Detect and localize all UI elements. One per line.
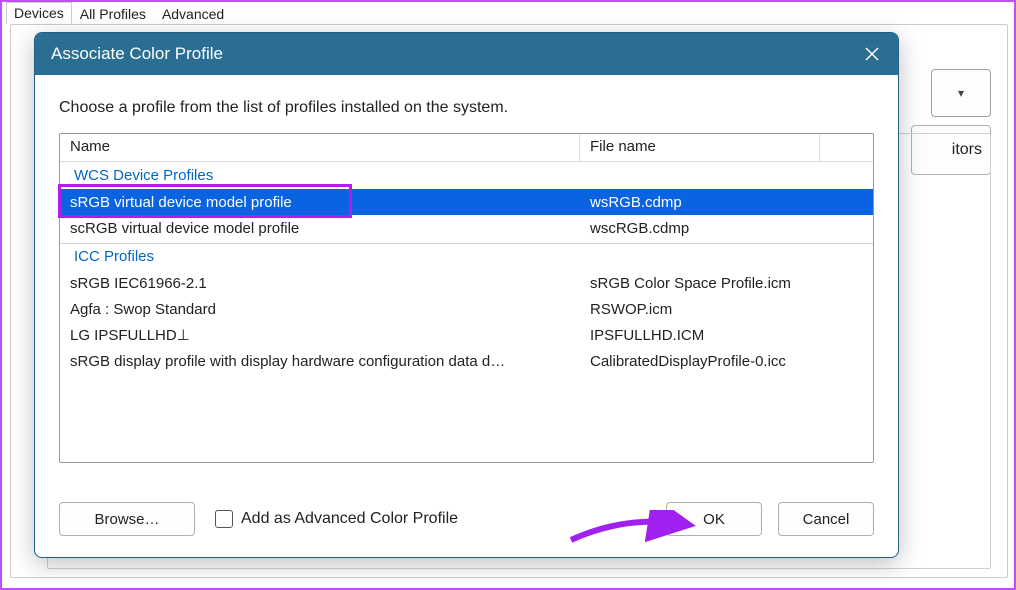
profile-name: Agfa : Swop Standard	[60, 301, 580, 318]
advanced-color-checkbox-label[interactable]: Add as Advanced Color Profile	[241, 510, 458, 528]
cancel-button[interactable]: Cancel	[778, 502, 874, 536]
advanced-color-checkbox[interactable]	[215, 510, 233, 528]
close-button[interactable]	[862, 44, 882, 64]
group-icc-profiles: ICC Profiles	[60, 243, 873, 270]
list-item[interactable]: sRGB virtual device model profile wsRGB.…	[60, 189, 873, 215]
list-item[interactable]: scRGB virtual device model profile wscRG…	[60, 215, 873, 241]
profile-name: sRGB display profile with display hardwa…	[60, 353, 580, 370]
profile-listbox[interactable]: Name File name WCS Device Profiles sRGB …	[59, 133, 874, 463]
profile-filename: IPSFULLHD.ICM	[580, 327, 873, 344]
tab-all-profiles[interactable]: All Profiles	[72, 3, 154, 24]
list-header: Name File name	[60, 134, 873, 162]
device-dropdown[interactable]: ▾	[931, 69, 991, 117]
profile-filename: sRGB Color Space Profile.icm	[580, 275, 873, 292]
profile-name: scRGB virtual device model profile	[60, 220, 580, 237]
profile-name: LG IPSFULLHD⊥	[60, 326, 580, 344]
profile-filename: wscRGB.cdmp	[580, 220, 873, 237]
tab-advanced[interactable]: Advanced	[154, 3, 232, 24]
dialog-footer: Browse… Add as Advanced Color Profile OK…	[59, 495, 874, 543]
dialog-title: Associate Color Profile	[51, 44, 223, 64]
column-header-name[interactable]: Name	[60, 134, 580, 161]
column-header-file[interactable]: File name	[580, 134, 820, 161]
profile-name: sRGB virtual device model profile	[60, 194, 580, 211]
list-item[interactable]: sRGB IEC61966-2.1 sRGB Color Space Profi…	[60, 270, 873, 296]
ok-button[interactable]: OK	[666, 502, 762, 536]
profile-name: sRGB IEC61966-2.1	[60, 275, 580, 292]
dialog-instruction: Choose a profile from the list of profil…	[59, 99, 874, 117]
group-wcs-device-profiles: WCS Device Profiles	[60, 162, 873, 189]
dialog-body: Choose a profile from the list of profil…	[35, 75, 898, 557]
list-item[interactable]: Agfa : Swop Standard RSWOP.icm	[60, 296, 873, 322]
advanced-color-checkbox-row: Add as Advanced Color Profile	[215, 510, 458, 528]
browse-button[interactable]: Browse…	[59, 502, 195, 536]
dialog-titlebar: Associate Color Profile	[35, 33, 898, 75]
tab-devices[interactable]: Devices	[6, 2, 72, 24]
profile-filename: RSWOP.icm	[580, 301, 873, 318]
list-body: WCS Device Profiles sRGB virtual device …	[60, 162, 873, 374]
list-item[interactable]: LG IPSFULLHD⊥ IPSFULLHD.ICM	[60, 322, 873, 348]
profile-filename: CalibratedDisplayProfile-0.icc	[580, 353, 873, 370]
close-icon	[864, 46, 880, 62]
profile-filename: wsRGB.cdmp	[580, 194, 873, 211]
list-item[interactable]: sRGB display profile with display hardwa…	[60, 348, 873, 374]
main-tabs: Devices All Profiles Advanced	[2, 2, 1014, 24]
associate-color-profile-dialog: Associate Color Profile Choose a profile…	[34, 32, 899, 558]
chevron-down-icon: ▾	[958, 86, 964, 100]
